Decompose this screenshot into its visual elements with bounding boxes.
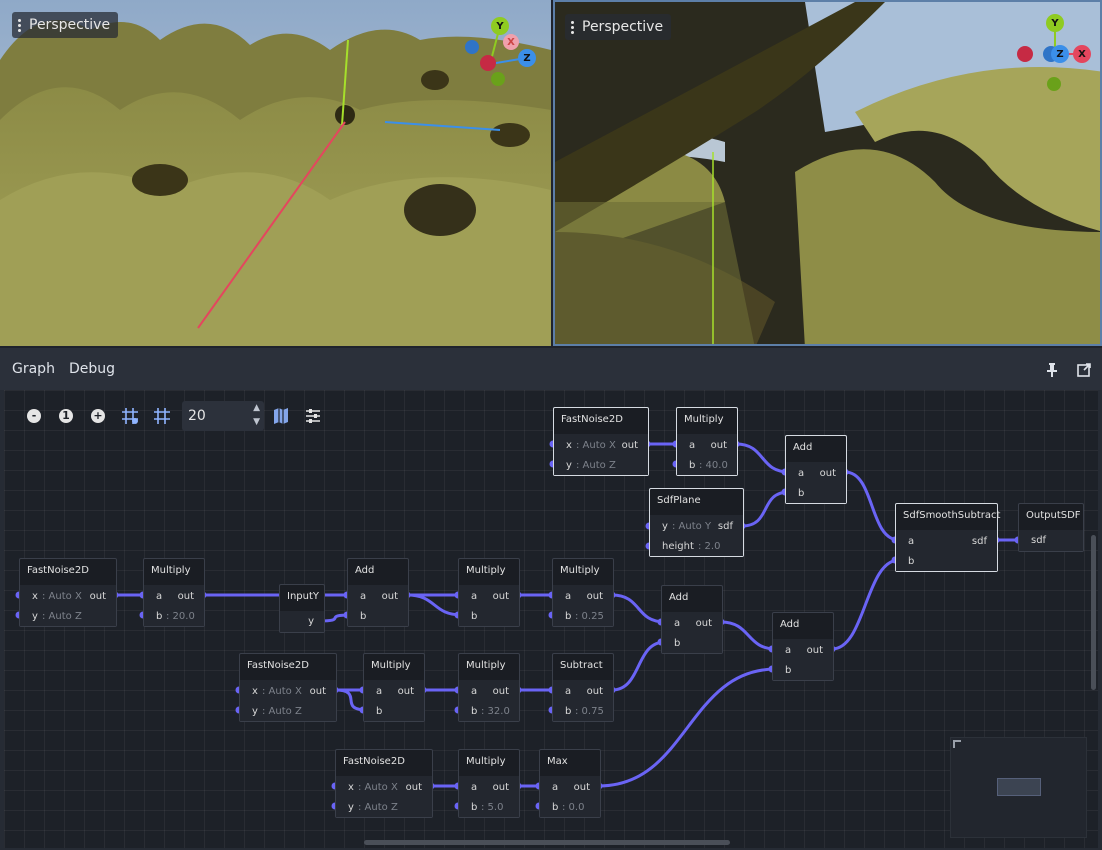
connection-wire[interactable] (720, 620, 777, 651)
gizmo-y-icon[interactable]: Y (1046, 14, 1064, 32)
minimap-resize-handle[interactable] (953, 740, 961, 748)
gizmo-z-icon[interactable]: Z (1051, 45, 1069, 63)
gizmo-neg-y-icon[interactable] (1047, 77, 1061, 91)
gizmo-x-icon[interactable]: X (503, 34, 519, 50)
spin-up-icon[interactable]: ▲ (253, 403, 260, 413)
connection-wire[interactable] (611, 593, 666, 624)
graph-panel: Graph Debug - 1 + 20 ▲ ▼ FastNoise2D x:… (0, 348, 1102, 850)
connection-wire[interactable] (735, 442, 790, 474)
vertical-scrollbar[interactable] (1091, 535, 1096, 690)
graph-minimap[interactable] (950, 737, 1087, 838)
snap-distance-value: 20 (188, 408, 206, 424)
gizmo-neg-x-icon[interactable] (480, 55, 496, 71)
node-multiply-m1[interactable]: Multiply a out b (363, 653, 425, 722)
viewport-menu-button-right[interactable]: Perspective (565, 14, 672, 40)
minimap-toggle-icon[interactable] (270, 405, 292, 427)
node-multiply-mid-2[interactable]: Multiply a out b : 0.25 (552, 558, 614, 627)
gizmo-z-icon[interactable]: Z (518, 49, 536, 67)
kebab-icon (571, 20, 574, 34)
gizmo-x-icon[interactable]: X (1073, 45, 1091, 63)
tab-graph[interactable]: Graph (12, 361, 55, 377)
minimap-viewport[interactable] (997, 778, 1041, 796)
node-add-top[interactable]: Add a out b (785, 435, 847, 504)
grid-toggle-icon[interactable] (119, 405, 141, 427)
view-gizmo-right[interactable]: Y Z X (1013, 12, 1100, 92)
connection-wire[interactable] (406, 593, 463, 617)
node-fastnoise2d-left[interactable]: FastNoise2D x : Auto X out y : Auto Z (19, 558, 117, 627)
viewport-left[interactable]: Perspective Y X Z (0, 0, 551, 346)
node-fastnoise2d-bottom[interactable]: FastNoise2D x : Auto X out y : Auto Z (335, 749, 433, 818)
viewport-right[interactable]: Perspective Y Z X (553, 0, 1102, 346)
zoom-out-button[interactable]: - (23, 405, 45, 427)
node-multiply-mid-1[interactable]: Multiply a out b (458, 558, 520, 627)
node-multiply-left[interactable]: Multiply a out b : 20.0 (143, 558, 205, 627)
node-multiply-m2[interactable]: Multiply a out b : 32.0 (458, 653, 520, 722)
horizontal-scrollbar[interactable] (364, 840, 730, 845)
connection-wire[interactable] (611, 640, 666, 692)
view-gizmo[interactable]: Y X Z (462, 14, 542, 94)
node-multiply-bottom[interactable]: Multiply a out b : 5.0 (458, 749, 520, 818)
connection-wire[interactable] (844, 470, 900, 542)
node-fastnoise2d-top[interactable]: FastNoise2D x : Auto X out y : Auto Z (553, 407, 649, 476)
viewport-label: Perspective (29, 17, 111, 33)
gizmo-neg-x-icon[interactable] (1017, 46, 1033, 62)
spin-down-icon[interactable]: ▼ (253, 417, 260, 427)
pop-out-icon[interactable] (1076, 362, 1092, 378)
node-outputsdf[interactable]: OutputSDF sdf (1018, 503, 1084, 552)
zoom-reset-button[interactable]: 1 (55, 405, 77, 427)
node-sdfplane[interactable]: SdfPlane y : Auto Y sdf height : 2.0 (649, 488, 744, 557)
node-fastnoise2d-mid[interactable]: FastNoise2D x : Auto X out y : Auto Z (239, 653, 337, 722)
node-subtract[interactable]: Subtract a out b : 0.75 (552, 653, 614, 722)
pin-icon[interactable] (1044, 362, 1060, 378)
panel-tab-bar: Graph Debug (0, 348, 1102, 390)
connection-wire[interactable] (741, 490, 790, 528)
node-graph-canvas[interactable]: - 1 + 20 ▲ ▼ FastNoise2D x: Auto X out … (4, 390, 1098, 848)
tab-debug[interactable]: Debug (69, 361, 115, 377)
node-add-right-2[interactable]: Add a out b (772, 612, 834, 681)
node-inputy[interactable]: InputY y (279, 584, 325, 633)
kebab-icon (18, 18, 21, 32)
viewport-menu-button[interactable]: Perspective (12, 12, 119, 38)
node-add-right-1[interactable]: Add a out b (661, 585, 723, 654)
arrange-nodes-icon[interactable] (302, 405, 324, 427)
gizmo-y-icon[interactable]: Y (491, 17, 509, 35)
snap-toggle-icon[interactable] (151, 405, 173, 427)
gizmo-neg-z-icon[interactable] (465, 40, 479, 54)
gizmo-neg-y-icon[interactable] (491, 72, 505, 86)
node-max[interactable]: Max a out b : 0.0 (539, 749, 601, 818)
node-add-mid[interactable]: Add a out b (347, 558, 409, 627)
connection-wire[interactable] (598, 667, 777, 788)
zoom-in-button[interactable]: + (87, 405, 109, 427)
node-sdfsmoothsubtract[interactable]: SdfSmoothSubtract a sdf b (895, 503, 1000, 572)
viewport-label: Perspective (582, 19, 664, 35)
snap-distance-spinbox[interactable]: 20 ▲ ▼ (182, 401, 264, 431)
connection-wire[interactable] (831, 558, 900, 651)
node-multiply-top[interactable]: Multiply a out b : 40.0 (676, 407, 738, 476)
